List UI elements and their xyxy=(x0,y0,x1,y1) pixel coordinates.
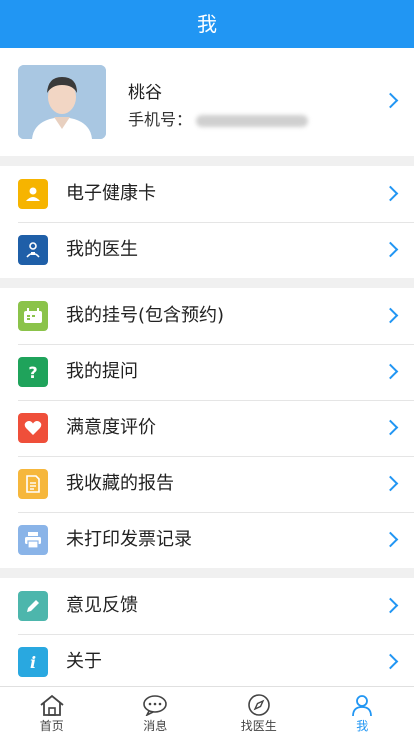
menu-item-label: 未打印发票记录 xyxy=(66,529,192,550)
tab-messages[interactable]: 消息 xyxy=(104,687,208,736)
profile-card[interactable]: 桃谷 手机号： xyxy=(0,48,414,156)
menu-item-feedback[interactable]: 意见反馈 xyxy=(0,578,414,634)
menu-item-satisfaction[interactable]: 满意度评价 xyxy=(0,400,414,456)
menu-item-label: 我收藏的报告 xyxy=(66,473,174,494)
chevron-right-icon xyxy=(382,419,399,436)
tab-find-doctor[interactable]: 找医生 xyxy=(207,687,311,736)
tab-label: 我 xyxy=(356,719,369,733)
menu-item-my-questions[interactable]: ? 我的提问 xyxy=(0,344,414,400)
menu-item-label: 意见反馈 xyxy=(66,595,138,616)
question-icon: ? xyxy=(18,357,48,387)
phone-number-blurred xyxy=(196,114,309,127)
chevron-right-icon xyxy=(382,307,399,324)
chevron-right-icon xyxy=(382,363,399,380)
chevron-right-icon xyxy=(382,653,399,670)
chevron-right-icon xyxy=(382,241,399,258)
chevron-right-icon xyxy=(382,597,399,614)
chevron-right-icon xyxy=(382,92,399,109)
chevron-right-icon xyxy=(382,185,399,202)
bottom-tab-bar: 首页 消息 找医生 我 xyxy=(0,686,414,736)
tab-label: 找医生 xyxy=(240,719,277,733)
chevron-right-icon xyxy=(382,531,399,548)
doctor-icon xyxy=(18,235,48,265)
menu-item-label: 关于 xyxy=(66,651,102,672)
menu-item-label: 我的挂号(包含预约) xyxy=(66,305,225,326)
tab-home[interactable]: 首页 xyxy=(0,687,104,736)
menu-group-3: 意见反馈 i 关于 xyxy=(0,578,414,690)
menu-group-2: 我的挂号(包含预约) ? 我的提问 满意度评价 我收藏的报告 未打印发票记录 xyxy=(0,288,414,568)
tab-me[interactable]: 我 xyxy=(311,687,414,736)
page-title: 我 xyxy=(0,0,414,48)
compass-icon xyxy=(207,693,311,717)
chevron-right-icon xyxy=(382,475,399,492)
menu-item-label: 满意度评价 xyxy=(66,417,156,438)
menu-item-label: 电子健康卡 xyxy=(66,183,156,204)
menu-item-my-doctor[interactable]: 我的医生 xyxy=(0,222,414,278)
phone-label: 手机号： xyxy=(128,110,193,129)
tab-label: 消息 xyxy=(143,719,168,733)
avatar xyxy=(18,65,106,139)
menu-item-label: 我的医生 xyxy=(66,239,138,260)
menu-item-registration[interactable]: 我的挂号(包含预约) xyxy=(0,288,414,344)
health-card-icon xyxy=(18,179,48,209)
info-icon: i xyxy=(18,647,48,677)
tab-label: 首页 xyxy=(39,719,64,733)
profile-phone: 手机号： xyxy=(128,106,309,130)
menu-item-health-card[interactable]: 电子健康卡 xyxy=(0,166,414,222)
menu-item-saved-reports[interactable]: 我收藏的报告 xyxy=(0,456,414,512)
feedback-icon xyxy=(18,591,48,621)
home-icon xyxy=(0,693,104,717)
printer-icon xyxy=(18,525,48,555)
menu-item-about[interactable]: i 关于 xyxy=(0,634,414,690)
registration-icon xyxy=(18,301,48,331)
menu-group-1: 电子健康卡 我的医生 xyxy=(0,166,414,278)
menu-item-unprinted-invoices[interactable]: 未打印发票记录 xyxy=(0,512,414,568)
message-icon xyxy=(104,693,208,717)
user-icon xyxy=(311,693,414,717)
heart-icon xyxy=(18,413,48,443)
report-icon xyxy=(18,469,48,499)
profile-name: 桃谷 xyxy=(128,83,162,103)
menu-item-label: 我的提问 xyxy=(66,361,138,382)
